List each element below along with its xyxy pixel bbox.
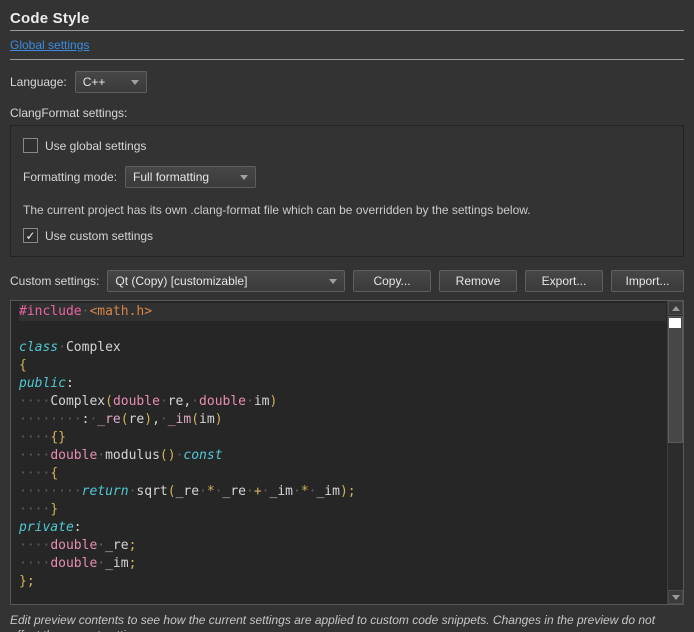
code-editor-content: #include·<math.h> class·Complex{public:·…	[11, 301, 683, 591]
code-line: ····double·modulus()·const	[19, 447, 683, 465]
preview-help-text: Edit preview contents to see how the cur…	[10, 613, 682, 632]
formatting-mode-row: Formatting mode: Full formatting	[23, 166, 671, 188]
code-line: ····Complex(double·re,·double·im)	[19, 393, 683, 411]
import-button[interactable]: Import...	[611, 270, 684, 292]
use-custom-settings-row: Use custom settings	[23, 228, 671, 243]
vertical-scrollbar[interactable]	[667, 301, 683, 604]
code-line: ····}	[19, 501, 683, 519]
triangle-up-icon	[672, 306, 680, 311]
use-custom-settings-checkbox[interactable]	[23, 228, 38, 243]
title-rule	[10, 30, 684, 31]
code-line: ········:·_re(re),·_im(im)	[19, 411, 683, 429]
clangformat-section-label: ClangFormat settings:	[10, 106, 684, 120]
code-line: private:	[19, 519, 683, 537]
code-line: ····{}	[19, 429, 683, 447]
formatting-mode-label: Formatting mode:	[23, 170, 117, 184]
scroll-up-button[interactable]	[668, 301, 683, 315]
scrollbar-thumb[interactable]	[668, 316, 683, 443]
code-line: };	[19, 573, 683, 591]
code-line: ····double·_re;	[19, 537, 683, 555]
remove-button[interactable]: Remove	[439, 270, 517, 292]
language-label: Language:	[10, 75, 67, 89]
code-line: class·Complex	[19, 339, 683, 357]
language-row: Language: C++	[10, 71, 684, 93]
chevron-down-icon	[329, 279, 337, 284]
language-select[interactable]: C++	[75, 71, 147, 93]
code-line: public:	[19, 375, 683, 393]
custom-settings-select[interactable]: Qt (Copy) [customizable]	[107, 270, 345, 292]
chevron-down-icon	[240, 175, 248, 180]
code-line: ····double·_im;	[19, 555, 683, 573]
use-custom-settings-label: Use custom settings	[45, 229, 153, 243]
code-line: ········return·sqrt(_re·*·_re·+·_im·*·_i…	[19, 483, 683, 501]
clangformat-groupbox: Use global settings Formatting mode: Ful…	[10, 125, 684, 257]
code-preview-editor[interactable]: #include·<math.h> class·Complex{public:·…	[10, 300, 684, 605]
formatting-mode-select[interactable]: Full formatting	[125, 166, 256, 188]
export-button[interactable]: Export...	[525, 270, 603, 292]
scroll-down-button[interactable]	[668, 590, 683, 604]
global-settings-link[interactable]: Global settings	[10, 38, 89, 52]
custom-settings-selected-value: Qt (Copy) [customizable]	[115, 274, 247, 288]
header-divider	[10, 59, 684, 60]
custom-settings-label: Custom settings:	[10, 274, 99, 288]
scroll-position-marker	[669, 318, 681, 328]
code-style-panel: Code Style Global settings Language: C++…	[0, 0, 694, 632]
clang-format-info-text: The current project has its own .clang-f…	[23, 203, 671, 217]
triangle-down-icon	[672, 595, 680, 600]
custom-settings-buttons: Copy... Remove Export... Import...	[353, 270, 684, 292]
copy-button[interactable]: Copy...	[353, 270, 431, 292]
language-selected-value: C++	[83, 75, 106, 89]
code-line: {	[19, 357, 683, 375]
use-global-settings-checkbox[interactable]	[23, 138, 38, 153]
use-global-settings-label: Use global settings	[45, 139, 146, 153]
code-line	[19, 321, 683, 339]
page-title: Code Style	[10, 10, 684, 27]
formatting-mode-selected-value: Full formatting	[133, 170, 209, 184]
use-global-settings-row: Use global settings	[23, 138, 671, 153]
code-line: ····{	[19, 465, 683, 483]
code-line: #include·<math.h>	[19, 303, 666, 321]
custom-settings-row: Custom settings: Qt (Copy) [customizable…	[10, 270, 684, 292]
chevron-down-icon	[131, 80, 139, 85]
